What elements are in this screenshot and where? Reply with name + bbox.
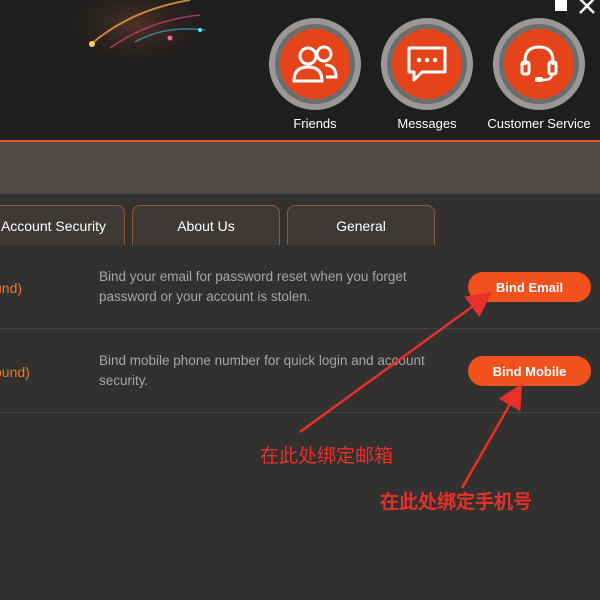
friends-nav-label: Friends: [293, 116, 337, 131]
bind-mobile-button[interactable]: Bind Mobile: [468, 356, 591, 386]
mobile-status-text: ound): [0, 364, 30, 380]
window-controls: [552, 0, 596, 14]
toolbar-band: [0, 142, 600, 194]
email-binding-row: und) Bind your email for password reset …: [0, 245, 600, 329]
header-logo-glow: [55, 0, 215, 70]
friends-nav-button[interactable]: Friends: [260, 18, 370, 131]
close-icon[interactable]: [578, 0, 596, 14]
messages-nav-button[interactable]: Messages: [372, 18, 482, 131]
bind-email-button[interactable]: Bind Email: [468, 272, 591, 302]
message-icon: [407, 46, 447, 82]
customer-service-nav-label: Customer Service: [487, 116, 591, 131]
tab-general[interactable]: General: [287, 205, 435, 245]
maximize-icon[interactable]: [552, 0, 570, 14]
headset-icon: [520, 45, 558, 82]
email-status-text: und): [0, 280, 23, 296]
mobile-binding-description: Bind mobile phone number for quick login…: [99, 353, 425, 388]
email-binding-description: Bind your email for password reset when …: [99, 269, 407, 304]
mobile-binding-row: ound) Bind mobile phone number for quick…: [0, 329, 600, 413]
tab-account-security[interactable]: Account Security: [0, 205, 125, 245]
messages-nav-label: Messages: [397, 116, 457, 131]
account-security-panel: und) Bind your email for password reset …: [0, 245, 600, 600]
mobile-annotation-label: 在此处绑定手机号: [380, 491, 533, 513]
tab-about-us[interactable]: About Us: [132, 205, 280, 245]
settings-tabs: Account Security About Us General: [0, 205, 600, 245]
friends-icon: [292, 45, 338, 83]
email-annotation-label: 在此处绑定邮箱: [260, 445, 394, 467]
customer-service-nav-button[interactable]: Customer Service: [484, 18, 594, 131]
header: Friends Messages Customer Service: [0, 0, 600, 142]
